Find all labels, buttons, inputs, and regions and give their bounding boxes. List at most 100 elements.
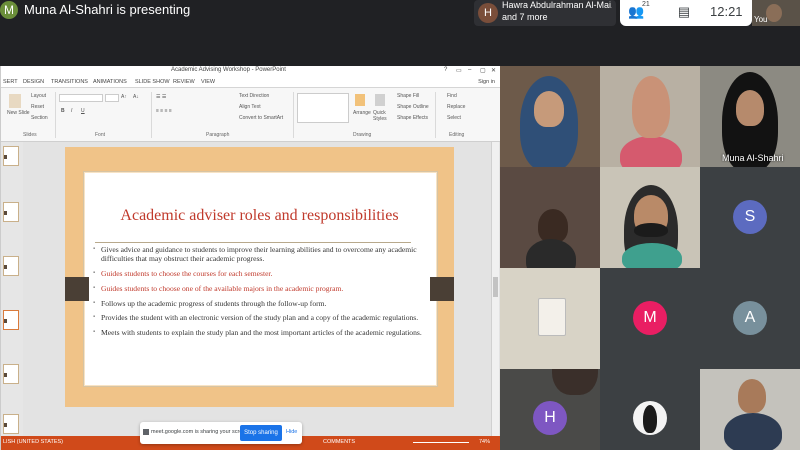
shrink-font-icon[interactable]: A↓ — [133, 94, 139, 100]
participant-more: and 7 more — [502, 12, 548, 22]
group-font-label: Font — [95, 132, 106, 138]
self-view[interactable]: You — [752, 0, 800, 26]
bullet-item: Follows up the academic progress of stud… — [93, 299, 433, 309]
window-title: Academic Advising Workshop - PowerPoint — [171, 67, 286, 73]
align-icons[interactable]: ≡ ≡ ≡ ≡ — [156, 108, 172, 114]
slide-thumbnail[interactable] — [3, 202, 19, 222]
quick-styles-button[interactable]: Quick Styles — [373, 110, 389, 122]
slide-thumbnail[interactable] — [3, 364, 19, 384]
layout-button[interactable]: Layout — [31, 93, 46, 99]
participant-avatar: H — [478, 3, 498, 23]
room-background — [538, 298, 566, 336]
new-slide-label[interactable]: New Slide — [7, 110, 30, 116]
participant-tile[interactable]: A — [700, 268, 800, 369]
slide-thumbnail-selected[interactable] — [3, 310, 19, 330]
ribbon-display-icon[interactable]: ▭ — [456, 67, 462, 74]
tab-animations[interactable]: ANIMATIONS — [93, 79, 127, 85]
tab-insert[interactable]: SERT — [3, 79, 18, 85]
bullet-item: Guides students to choose the courses fo… — [93, 269, 433, 279]
arrange-button[interactable]: Arrange — [353, 110, 371, 116]
avatar-figure — [643, 405, 657, 433]
screen-share-bar: meet.google.com is sharing your screen. … — [140, 422, 302, 444]
participant-tile[interactable] — [500, 268, 600, 369]
presenter-bar: M Muna Al-Shahri is presenting H Hawra A… — [0, 0, 800, 66]
stop-sharing-button[interactable]: Stop sharing — [240, 425, 282, 441]
participant-tile[interactable]: S — [700, 167, 800, 268]
section-button[interactable]: Section — [31, 115, 48, 121]
participant-tile[interactable] — [600, 369, 700, 450]
align-text-button[interactable]: Align Text — [239, 104, 261, 110]
tab-view[interactable]: VIEW — [201, 79, 215, 85]
current-slide[interactable]: Academic adviser roles and responsibilit… — [65, 147, 454, 407]
tab-slide-show[interactable]: SLIDE SHOW — [135, 79, 170, 85]
participant-tile[interactable] — [700, 369, 800, 450]
participant-tile[interactable]: Muna Al-Shahri — [700, 66, 800, 167]
participant-tile[interactable]: H — [500, 369, 600, 450]
help-icon[interactable]: ? — [444, 67, 447, 73]
hide-button[interactable]: Hide — [286, 429, 297, 435]
ribbon-divider — [151, 92, 152, 138]
font-family-select[interactable] — [59, 94, 103, 102]
replace-button[interactable]: Replace — [447, 104, 465, 110]
shape-effects-button[interactable]: Shape Effects — [397, 115, 428, 121]
zoom-level[interactable]: 74% — [479, 439, 490, 445]
participant-tile[interactable] — [500, 66, 600, 167]
tab-transitions[interactable]: TRANSITIONS — [51, 79, 88, 85]
people-count: 21 — [642, 1, 650, 8]
bullet-item: Meets with students to explain the study… — [93, 328, 433, 338]
group-slides-label: Slides — [23, 132, 37, 138]
quick-styles-icon[interactable] — [375, 94, 385, 106]
shape-fill-button[interactable]: Shape Fill — [397, 93, 419, 99]
slide-thumbnail[interactable] — [3, 414, 19, 434]
presenter-avatar: M — [0, 1, 18, 19]
powerpoint-window: Academic Advising Workshop - PowerPoint … — [0, 66, 501, 450]
shapes-gallery[interactable] — [297, 93, 349, 123]
bullet-item: Gives advice and guidance to students to… — [93, 245, 433, 264]
ribbon-divider — [293, 92, 294, 138]
chat-icon[interactable]: ▤ — [676, 4, 692, 20]
convert-smartart-button[interactable]: Convert to SmartArt — [239, 115, 283, 121]
participant-name: Hawra Abdulrahman Al-Mai... — [502, 0, 612, 10]
language-indicator[interactable]: LISH (UNITED STATES) — [3, 439, 63, 445]
slide-thumbnail[interactable] — [3, 146, 19, 166]
find-button[interactable]: Find — [447, 93, 457, 99]
participant-face — [534, 91, 564, 127]
new-slide-icon[interactable] — [9, 94, 21, 108]
close-icon[interactable]: ✕ — [491, 67, 496, 74]
comments-button[interactable]: COMMENTS — [323, 439, 355, 445]
participant-name: Muna Al-Shahri — [722, 153, 784, 163]
group-paragraph-label: Paragraph — [206, 132, 230, 138]
participant-video — [620, 136, 682, 167]
participant-tile[interactable]: M — [600, 268, 700, 369]
participant-tile[interactable] — [600, 66, 700, 167]
zoom-slider[interactable] — [413, 442, 469, 443]
vertical-scrollbar[interactable] — [491, 142, 499, 436]
underline-icon[interactable]: U — [81, 108, 85, 114]
arrange-icon[interactable] — [355, 94, 365, 106]
tab-review[interactable]: REVIEW — [173, 79, 195, 85]
italic-icon[interactable]: I — [71, 108, 72, 114]
maximize-icon[interactable]: ▢ — [480, 67, 486, 74]
participant-tile[interactable] — [600, 167, 700, 268]
grow-font-icon[interactable]: A↑ — [121, 94, 127, 100]
bold-icon[interactable]: B — [61, 108, 65, 114]
reset-button[interactable]: Reset — [31, 104, 44, 110]
shape-outline-button[interactable]: Shape Outline — [397, 104, 429, 110]
face-mask — [634, 223, 668, 237]
participants-chip[interactable]: H Hawra Abdulrahman Al-Mai... and 7 more — [474, 0, 616, 26]
title-underline — [95, 242, 411, 243]
select-button[interactable]: Select — [447, 115, 461, 121]
ribbon-divider — [435, 92, 436, 138]
meet-screen: M Muna Al-Shahri is presenting H Hawra A… — [0, 0, 800, 450]
participant-tile[interactable] — [500, 167, 600, 268]
font-size-select[interactable] — [105, 94, 119, 102]
bullet-item: Provides the student with an electronic … — [93, 313, 433, 323]
tab-design[interactable]: DESIGN — [23, 79, 44, 85]
bullets-icon[interactable]: ☰ ☰ — [156, 94, 166, 100]
slide-thumbnails — [1, 142, 23, 436]
sign-in-link[interactable]: Sign in — [478, 79, 495, 85]
slide-thumbnail[interactable] — [3, 256, 19, 276]
minimize-icon[interactable]: – — [468, 67, 471, 73]
text-direction-button[interactable]: Text Direction — [239, 93, 269, 99]
participant-body — [622, 243, 682, 268]
